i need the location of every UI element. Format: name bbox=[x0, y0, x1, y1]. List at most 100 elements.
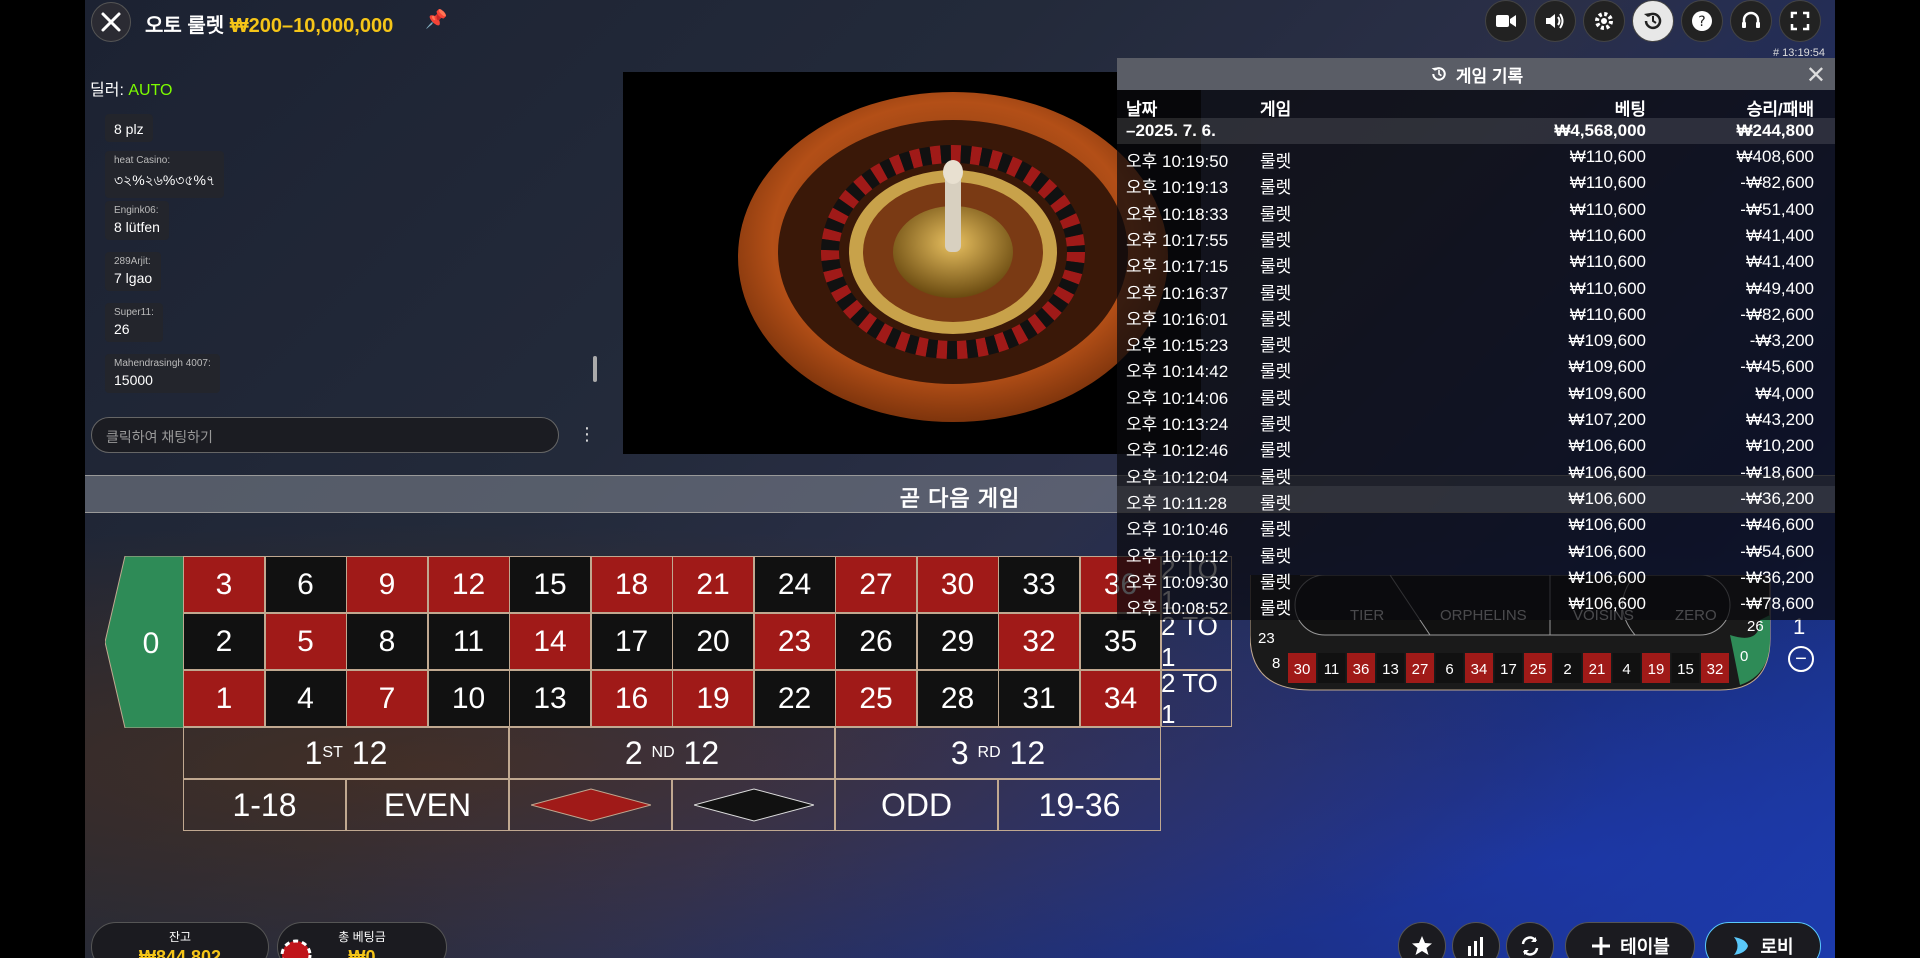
pin-icon[interactable]: 📌 bbox=[425, 9, 447, 30]
support-button[interactable] bbox=[1730, 0, 1772, 42]
statistics-button[interactable] bbox=[1452, 922, 1500, 958]
racetrack-number[interactable]: 30 bbox=[1294, 661, 1311, 678]
bet-number-2[interactable]: 2 bbox=[183, 613, 265, 670]
history-row[interactable]: 오후 10:19:13 룰렛 ₩110,600 -₩82,600 bbox=[1117, 170, 1835, 197]
bet-number-4[interactable]: 4 bbox=[264, 670, 347, 727]
fullscreen-button[interactable] bbox=[1779, 0, 1821, 42]
history-row[interactable]: 오후 10:19:50 룰렛 ₩110,600 ₩408,600 bbox=[1117, 144, 1835, 171]
racetrack-zero-number[interactable]: 0 bbox=[1740, 648, 1748, 665]
bet-even[interactable]: EVEN bbox=[346, 779, 509, 831]
bet-number-8[interactable]: 8 bbox=[346, 613, 428, 670]
racetrack-number[interactable]: 17 bbox=[1500, 661, 1517, 678]
favorites-button[interactable] bbox=[1398, 922, 1446, 958]
bet-number-25[interactable]: 25 bbox=[835, 670, 917, 727]
lobby-button[interactable]: 로비 bbox=[1705, 922, 1821, 958]
bet-1-18[interactable]: 1-18 bbox=[183, 779, 346, 831]
racetrack-number[interactable]: 21 bbox=[1589, 661, 1606, 678]
history-close-button[interactable]: ✕ bbox=[1806, 61, 1826, 90]
bet-number-6[interactable]: 6 bbox=[264, 556, 347, 613]
history-row[interactable]: 오후 10:18:33 룰렛 ₩110,600 -₩51,400 bbox=[1117, 197, 1835, 224]
bet-number-21[interactable]: 21 bbox=[672, 556, 754, 613]
bet-dozen-3[interactable]: 3 RD 12 bbox=[835, 727, 1161, 779]
racetrack-number[interactable]: 8 bbox=[1272, 655, 1280, 672]
bet-number-34[interactable]: 34 bbox=[1079, 670, 1162, 727]
history-row[interactable]: 오후 10:16:37 룰렛 ₩110,600 ₩49,400 bbox=[1117, 276, 1835, 303]
history-row[interactable]: 오후 10:10:46 룰렛 ₩106,600 -₩46,600 bbox=[1117, 512, 1835, 539]
minus-icon[interactable]: − bbox=[1788, 646, 1814, 672]
racetrack-number[interactable]: 15 bbox=[1677, 661, 1694, 678]
bet-red[interactable] bbox=[509, 779, 672, 831]
racetrack-number[interactable]: 32 bbox=[1707, 661, 1724, 678]
bet-number-26[interactable]: 26 bbox=[835, 613, 917, 670]
history-row[interactable]: 오후 10:15:23 룰렛 ₩109,600 -₩3,200 bbox=[1117, 328, 1835, 355]
bet-number-29[interactable]: 29 bbox=[916, 613, 999, 670]
racetrack-number[interactable]: 23 bbox=[1258, 630, 1275, 647]
bet-number-30[interactable]: 30 bbox=[916, 556, 999, 613]
bet-number-7[interactable]: 7 bbox=[346, 670, 428, 727]
history-row[interactable]: 오후 10:17:15 룰렛 ₩110,600 ₩41,400 bbox=[1117, 249, 1835, 276]
bet-number-13[interactable]: 13 bbox=[509, 670, 591, 727]
bet-black[interactable] bbox=[672, 779, 835, 831]
repeat-button[interactable] bbox=[1506, 922, 1554, 958]
racetrack-number[interactable]: 19 bbox=[1648, 661, 1665, 678]
history-row[interactable]: 오후 10:14:06 룰렛 ₩109,600 ₩4,000 bbox=[1117, 381, 1835, 408]
bet-number-14[interactable]: 14 bbox=[509, 613, 591, 670]
bet-column-1[interactable]: 2 TO 1 bbox=[1160, 668, 1232, 729]
bet-number-16[interactable]: 16 bbox=[590, 670, 673, 727]
bet-number-3[interactable]: 3 bbox=[183, 556, 265, 613]
add-table-button[interactable]: 테이블 bbox=[1565, 922, 1695, 958]
sound-button[interactable] bbox=[1534, 0, 1576, 42]
racetrack-number[interactable]: 2 bbox=[1563, 661, 1571, 678]
bet-number-12[interactable]: 12 bbox=[427, 556, 510, 613]
racetrack-number[interactable]: 34 bbox=[1471, 661, 1488, 678]
history-row[interactable]: 오후 10:12:46 룰렛 ₩106,600 ₩10,200 bbox=[1117, 433, 1835, 460]
bet-number-23[interactable]: 23 bbox=[753, 613, 836, 670]
help-button[interactable]: ? bbox=[1681, 0, 1723, 42]
bet-number-10[interactable]: 10 bbox=[427, 670, 510, 727]
bet-dozen-2[interactable]: 2 ND 12 bbox=[509, 727, 835, 779]
bet-number-18[interactable]: 18 bbox=[590, 556, 673, 613]
racetrack-number[interactable]: 4 bbox=[1622, 661, 1630, 678]
bet-number-1[interactable]: 1 bbox=[183, 670, 265, 727]
history-row[interactable]: 오후 10:08:52 룰렛 ₩106,600 -₩78,600 bbox=[1117, 591, 1835, 618]
bet-number-5[interactable]: 5 bbox=[264, 613, 347, 670]
bet-odd[interactable]: ODD bbox=[835, 779, 998, 831]
bet-number-28[interactable]: 28 bbox=[916, 670, 999, 727]
history-row[interactable]: 오후 10:13:24 룰렛 ₩107,200 ₩43,200 bbox=[1117, 407, 1835, 434]
history-row[interactable]: 오후 10:09:30 룰렛 ₩106,600 -₩36,200 bbox=[1117, 565, 1835, 592]
history-day-summary[interactable]: –2025. 7. 6. ₩4,568,000 ₩244,800 bbox=[1117, 118, 1835, 144]
racetrack-number[interactable]: 13 bbox=[1382, 661, 1399, 678]
racetrack-number[interactable]: 26 bbox=[1747, 618, 1764, 635]
bet-number-15[interactable]: 15 bbox=[509, 556, 591, 613]
bet-number-11[interactable]: 11 bbox=[427, 613, 510, 670]
history-row[interactable]: 오후 10:10:12 룰렛 ₩106,600 -₩54,600 bbox=[1117, 539, 1835, 566]
bet-number-27[interactable]: 27 bbox=[835, 556, 917, 613]
bet-number-20[interactable]: 20 bbox=[672, 613, 754, 670]
bet-number-35[interactable]: 35 bbox=[1079, 613, 1162, 670]
bet-number-9[interactable]: 9 bbox=[346, 556, 428, 613]
bet-19-36[interactable]: 19-36 bbox=[998, 779, 1161, 831]
history-row[interactable]: 오후 10:11:28 룰렛 ₩106,600 -₩36,200 bbox=[1117, 485, 1835, 513]
history-row[interactable]: 오후 10:14:42 룰렛 ₩109,600 -₩45,600 bbox=[1117, 354, 1835, 381]
more-icon[interactable]: ⋮ bbox=[578, 424, 596, 445]
bet-number-17[interactable]: 17 bbox=[590, 613, 673, 670]
racetrack-number[interactable]: 27 bbox=[1412, 661, 1429, 678]
history-row[interactable]: 오후 10:12:04 룰렛 ₩106,600 -₩18,600 bbox=[1117, 460, 1835, 487]
chat-scrollbar[interactable] bbox=[593, 356, 597, 382]
bet-number-22[interactable]: 22 bbox=[753, 670, 836, 727]
bet-dozen-1[interactable]: 1 ST 12 bbox=[183, 727, 509, 779]
bet-number-31[interactable]: 31 bbox=[998, 670, 1080, 727]
settings-button[interactable] bbox=[1583, 0, 1625, 42]
bet-number-19[interactable]: 19 bbox=[672, 670, 754, 727]
bet-number-33[interactable]: 33 bbox=[998, 556, 1080, 613]
video-button[interactable] bbox=[1485, 0, 1527, 42]
close-button[interactable] bbox=[91, 2, 131, 42]
racetrack-number[interactable]: 11 bbox=[1324, 661, 1340, 678]
bet-column-2[interactable]: 2 TO 1 bbox=[1160, 611, 1232, 672]
history-button[interactable] bbox=[1632, 0, 1674, 42]
racetrack-number[interactable]: 25 bbox=[1530, 661, 1547, 678]
chat-input[interactable]: 클릭하여 채팅하기 bbox=[91, 417, 559, 453]
racetrack-number[interactable]: 36 bbox=[1353, 661, 1370, 678]
bet-zero[interactable]: 0 bbox=[104, 555, 186, 729]
bet-number-32[interactable]: 32 bbox=[998, 613, 1080, 670]
